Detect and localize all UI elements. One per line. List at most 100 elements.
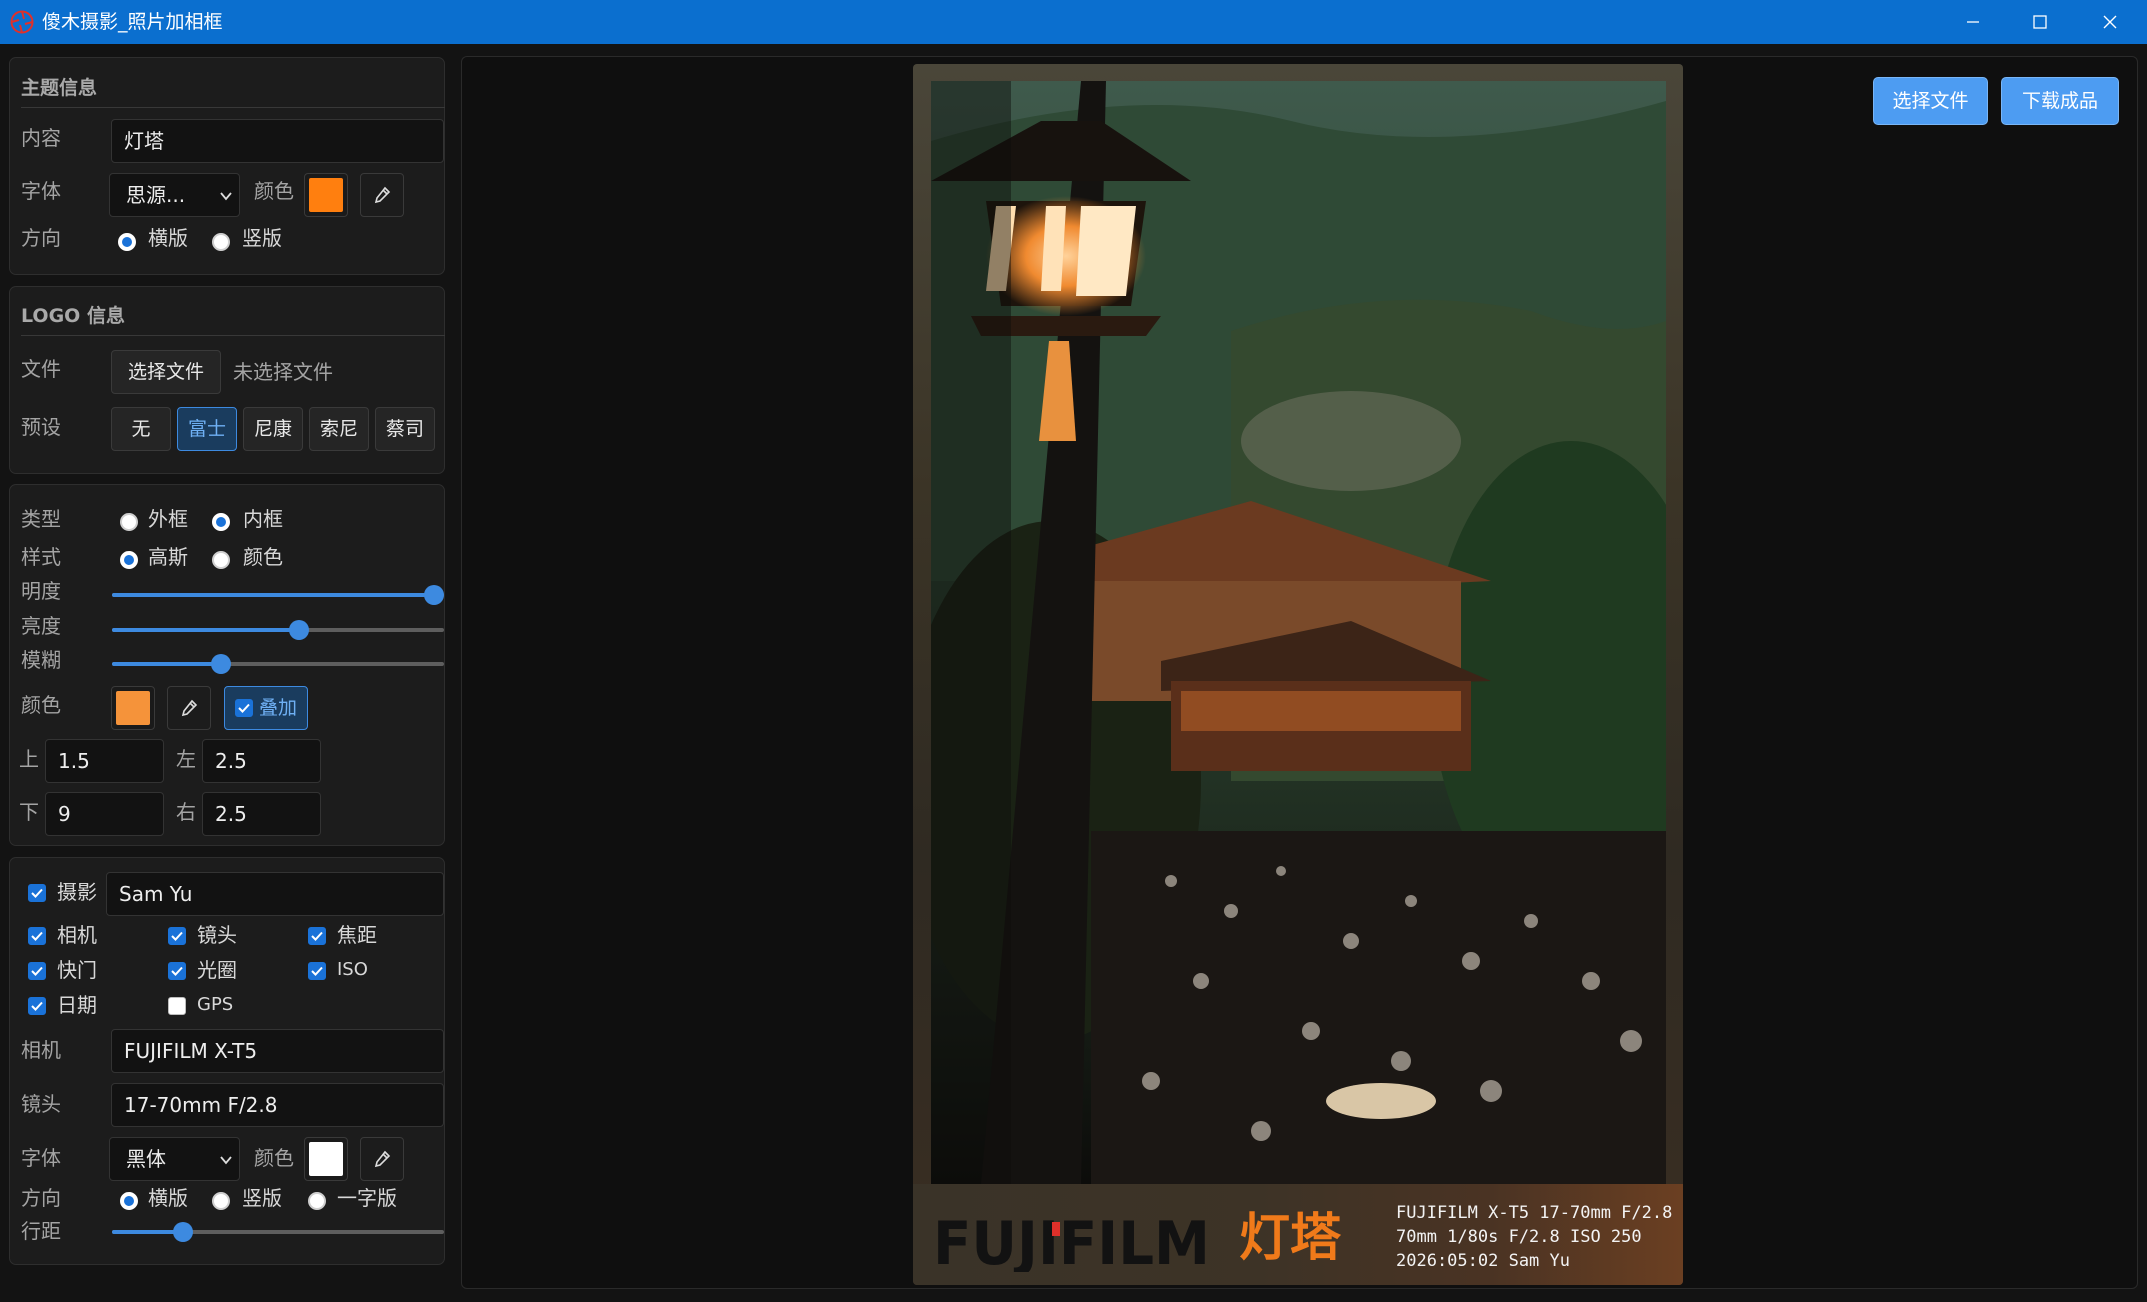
frame-panel: 类型 外框 内框 样式 高斯 颜色 明度 亮度 模糊 颜色 叠加 上 1.5 左… — [9, 484, 445, 846]
lens-input[interactable]: 17-70mm F/2.8 — [111, 1083, 444, 1127]
preset-zeiss-button[interactable]: 蔡司 — [375, 407, 435, 451]
radio-info-portrait[interactable] — [212, 1192, 230, 1210]
style-label: 样式 — [21, 545, 61, 569]
slider-fill — [112, 593, 434, 597]
photographer-checkbox[interactable] — [28, 884, 46, 902]
select-file-button[interactable]: 选择文件 — [1873, 77, 1988, 125]
theme-panel: 主题信息 内容 灯塔 字体 思源... 颜色 方向 横版 竖版 — [9, 57, 445, 275]
file-label: 文件 — [21, 357, 61, 381]
camera-input[interactable]: FUJIFILM X-T5 — [111, 1029, 444, 1073]
radio-landscape-label: 横版 — [148, 226, 188, 250]
orientation-label: 方向 — [21, 226, 61, 250]
photographer-input[interactable]: Sam Yu — [106, 872, 444, 916]
iso-checkbox[interactable] — [308, 962, 326, 980]
maximize-button[interactable] — [2005, 0, 2075, 44]
checkmark-icon — [171, 966, 183, 976]
info-font-select[interactable]: 黑体 — [109, 1137, 240, 1181]
radio-landscape[interactable] — [118, 233, 136, 251]
file-status: 未选择文件 — [233, 360, 333, 384]
margin-left-input[interactable]: 2.5 — [202, 739, 321, 783]
preset-sony-button[interactable]: 索尼 — [309, 407, 369, 451]
type-label: 类型 — [21, 507, 61, 531]
font-select[interactable]: 思源... — [109, 173, 240, 217]
maximize-icon — [2033, 15, 2047, 29]
radio-portrait[interactable] — [212, 233, 230, 251]
minimize-button[interactable] — [1938, 0, 2008, 44]
aperture-option-label: 光圈 — [197, 958, 237, 982]
close-button[interactable] — [2075, 0, 2145, 44]
minimize-icon — [1967, 21, 1979, 23]
radio-portrait-label: 竖版 — [242, 226, 282, 250]
overlay-toggle[interactable]: 叠加 — [224, 686, 308, 730]
eyedropper-button[interactable] — [360, 173, 404, 217]
info-font-select-value: 黑体 — [126, 1147, 166, 1171]
preset-label: 预设 — [21, 415, 61, 439]
radio-inner-frame[interactable] — [212, 513, 230, 531]
margin-right-label: 右 — [176, 800, 196, 824]
line-spacing-label: 行距 — [21, 1219, 61, 1243]
blur-slider[interactable] — [112, 654, 444, 674]
window-title: 傻木摄影_照片加相框 — [42, 11, 223, 33]
margin-left-label: 左 — [176, 747, 196, 771]
preset-none-button[interactable]: 无 — [111, 407, 171, 451]
preset-nikon-button[interactable]: 尼康 — [243, 407, 303, 451]
camera-label: 相机 — [21, 1038, 61, 1062]
download-button[interactable]: 下载成品 — [2001, 77, 2119, 125]
overlay-checkbox[interactable] — [235, 699, 253, 717]
aperture-checkbox[interactable] — [168, 962, 186, 980]
date-checkbox[interactable] — [28, 997, 46, 1015]
checkmark-icon — [238, 703, 250, 713]
slider-thumb[interactable] — [211, 654, 231, 674]
font-select-value: 思源... — [126, 183, 186, 207]
close-icon — [2103, 15, 2117, 29]
photo-info-panel: 摄影 Sam Yu 相机 镜头 焦距 快门 光圈 ISO 日期 GPS 相机 F… — [9, 857, 445, 1265]
color-fill — [116, 691, 150, 725]
radio-info-single-line[interactable] — [308, 1192, 326, 1210]
brightness-slider[interactable] — [112, 620, 444, 640]
content-input[interactable]: 灯塔 — [111, 119, 444, 163]
radio-solid-color-label: 颜色 — [243, 545, 283, 569]
margin-bottom-input[interactable]: 9 — [45, 792, 164, 836]
date-option-label: 日期 — [57, 993, 97, 1017]
info-eyedropper-button[interactable] — [360, 1137, 404, 1181]
theme-color-swatch[interactable] — [304, 173, 348, 217]
lens-option-label: 镜头 — [197, 923, 237, 947]
gps-checkbox[interactable] — [168, 997, 186, 1015]
frame-color-label: 颜色 — [21, 693, 61, 717]
logo-panel: LOGO 信息 文件 选择文件 未选择文件 预设 无 富士 尼康 索尼 蔡司 — [9, 286, 445, 474]
slider-thumb[interactable] — [173, 1222, 193, 1242]
slider-thumb[interactable] — [289, 620, 309, 640]
radio-outer-frame[interactable] — [120, 513, 138, 531]
radio-solid-color[interactable] — [212, 551, 230, 569]
radio-info-landscape[interactable] — [120, 1192, 138, 1210]
overlay-label: 叠加 — [259, 697, 298, 719]
frame-color-swatch[interactable] — [111, 686, 155, 730]
lens-checkbox[interactable] — [168, 927, 186, 945]
shutter-checkbox[interactable] — [28, 962, 46, 980]
camera-shutter-icon — [10, 10, 34, 34]
margin-top-input[interactable]: 1.5 — [45, 739, 164, 783]
choose-logo-file-button[interactable]: 选择文件 — [111, 350, 221, 394]
radio-info-portrait-label: 竖版 — [242, 1186, 282, 1210]
radio-gaussian[interactable] — [120, 551, 138, 569]
lightness-slider[interactable] — [112, 585, 444, 605]
line-spacing-slider[interactable] — [112, 1222, 444, 1242]
focal-length-option-label: 焦距 — [337, 923, 377, 947]
chevron-down-icon — [220, 192, 232, 201]
checkmark-icon — [31, 931, 43, 941]
frame-eyedropper-button[interactable] — [167, 686, 211, 730]
checkmark-icon — [31, 888, 43, 898]
slider-thumb[interactable] — [424, 585, 444, 605]
focal-length-checkbox[interactable] — [308, 927, 326, 945]
camera-option-label: 相机 — [57, 923, 97, 947]
fujifilm-logo-icon: FUJIFILM — [933, 1214, 1210, 1272]
info-color-label: 颜色 — [254, 1146, 294, 1170]
margin-right-input[interactable]: 2.5 — [202, 792, 321, 836]
framed-photo-preview: FUJIFILM 灯塔 FUJIFILM X-T5 17-70mm F/2.8 7… — [913, 64, 1683, 1285]
radio-info-landscape-label: 横版 — [148, 1186, 188, 1210]
info-color-swatch[interactable] — [304, 1137, 348, 1181]
camera-checkbox[interactable] — [28, 927, 46, 945]
theme-section-title: 主题信息 — [21, 77, 98, 99]
preset-fujifilm-button[interactable]: 富士 — [177, 407, 237, 451]
color-fill — [309, 178, 343, 212]
